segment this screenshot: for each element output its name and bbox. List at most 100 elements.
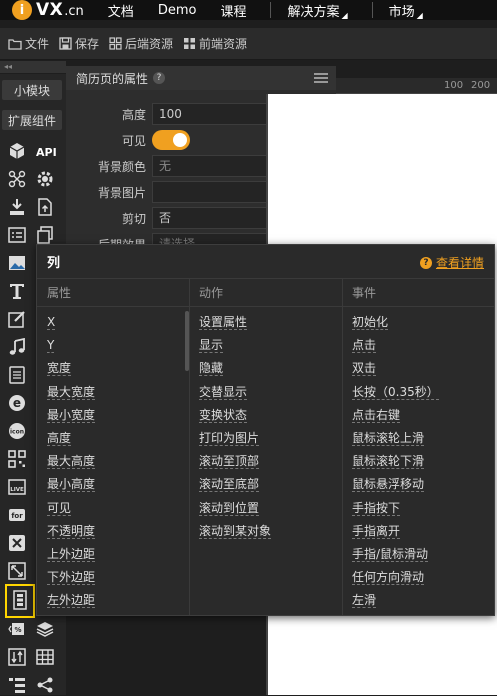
list-item[interactable]: 隐藏	[189, 358, 342, 381]
nav-demo[interactable]: Demo	[158, 3, 197, 18]
upload-file-icon[interactable]	[34, 196, 56, 218]
list-item[interactable]: 设置属性	[189, 312, 342, 335]
bgimage-input[interactable]	[152, 181, 274, 203]
list-item[interactable]: 滚动至顶部	[189, 451, 342, 474]
list-item[interactable]: 最大宽度	[37, 382, 189, 405]
live-icon[interactable]: LIVE	[6, 476, 28, 498]
nav-courses[interactable]: 课程	[220, 1, 246, 20]
frontend-resources-button[interactable]: 前端资源	[183, 35, 247, 52]
top-nav: i VX .cn 文档 Demo 课程 解决方案 ◢ 市场 ◢	[0, 0, 497, 20]
caret-icon: ◢	[416, 10, 423, 20]
nodes-icon[interactable]	[6, 168, 28, 190]
list-item[interactable]: 点击右键	[342, 405, 494, 428]
list-item[interactable]: 不透明度	[37, 521, 189, 544]
list-item[interactable]: 滚动到位置	[189, 498, 342, 521]
grid-icon	[109, 37, 122, 50]
list-item[interactable]: 最小高度	[37, 474, 189, 497]
text-icon[interactable]	[6, 280, 28, 302]
edit-icon[interactable]	[6, 308, 28, 330]
list-item[interactable]: 手指/鼠标滑动	[342, 544, 494, 567]
height-value: 100	[159, 107, 182, 121]
menu-icon[interactable]	[314, 73, 328, 83]
list-item[interactable]: 最小宽度	[37, 405, 189, 428]
gear-icon[interactable]	[34, 168, 56, 190]
popover-title: 列	[47, 256, 61, 271]
cube-icon[interactable]	[6, 140, 28, 162]
music-icon[interactable]	[6, 336, 28, 358]
percent-icon[interactable]: %	[6, 618, 28, 640]
form-icon[interactable]	[6, 224, 28, 246]
qrcode-icon[interactable]	[6, 448, 28, 470]
sort-icon[interactable]	[6, 646, 28, 668]
document-icon[interactable]	[6, 364, 28, 386]
help-icon[interactable]: ?	[153, 72, 166, 84]
for-loop-icon[interactable]: for	[6, 504, 28, 526]
logo-mark: i	[12, 0, 32, 20]
list-item[interactable]: 任何方向滑动	[342, 567, 494, 590]
list-item[interactable]: 变换状态	[189, 405, 342, 428]
list-item[interactable]: X	[37, 312, 189, 335]
list-item[interactable]: 宽度	[37, 358, 189, 381]
copy-icon[interactable]	[34, 224, 56, 246]
tree-list-icon[interactable]	[6, 674, 28, 696]
bgcolor-label: 背景颜色	[97, 160, 146, 174]
shuffle-icon[interactable]	[6, 532, 28, 554]
nav-divider	[270, 2, 272, 18]
caret-icon: ◢	[341, 10, 348, 20]
list-item[interactable]: 手指按下	[342, 498, 494, 521]
image-icon[interactable]	[6, 252, 28, 274]
share-icon[interactable]	[34, 674, 56, 696]
visible-label: 可见	[121, 134, 146, 148]
events-column: 事件 初始化 点击 双击 长按（0.35秒） 点击右键 鼠标滚轮上滑 鼠标滚轮下…	[342, 279, 494, 615]
list-item[interactable]: 鼠标滚轮下滑	[342, 451, 494, 474]
properties-header: 简历页的属性 ?	[66, 66, 336, 90]
list-item[interactable]: 左外边距	[37, 590, 189, 613]
nav-docs[interactable]: 文档	[108, 1, 134, 20]
component-info-popover: 列 ? 查看详情 属性 X Y 宽度 最大宽度 最小宽度 高度 最大高度 最小高…	[36, 244, 495, 616]
collapse-rail-button[interactable]: ◂◂	[0, 61, 66, 73]
save-button[interactable]: 保存	[59, 35, 99, 52]
visible-toggle[interactable]	[152, 130, 190, 150]
list-item[interactable]: 最大高度	[37, 451, 189, 474]
list-item[interactable]: 左滑	[342, 590, 494, 613]
list-item[interactable]: 打印为图片	[189, 428, 342, 451]
browser-icon[interactable]: e	[6, 392, 28, 414]
list-item[interactable]: 上外边距	[37, 544, 189, 567]
layers-icon[interactable]	[34, 618, 56, 640]
list-item[interactable]: 长按（0.35秒）	[342, 382, 494, 405]
list-item[interactable]: 鼠标滚轮上滑	[342, 428, 494, 451]
view-details-link[interactable]: ? 查看详情	[419, 254, 484, 271]
ruler-mark-200: 200	[471, 80, 491, 91]
list-item[interactable]: 双击	[342, 358, 494, 381]
list-item[interactable]: 滚动至底部	[189, 474, 342, 497]
table-icon[interactable]	[34, 646, 56, 668]
nav-solutions[interactable]: 解决方案 ◢	[287, 1, 347, 20]
list-item[interactable]: 高度	[37, 428, 189, 451]
list-item[interactable]: 鼠标悬浮移动	[342, 474, 494, 497]
nav-market[interactable]: 市场 ◢	[389, 1, 423, 20]
resize-icon[interactable]	[6, 560, 28, 582]
nav-solutions-label: 解决方案	[287, 4, 340, 20]
tab-small-modules[interactable]: 小模块	[2, 80, 62, 100]
list-item[interactable]: 交替显示	[189, 382, 342, 405]
events-column-header: 事件	[342, 279, 494, 307]
backend-resources-button[interactable]: 后端资源	[109, 35, 173, 52]
list-item[interactable]: 可见	[37, 498, 189, 521]
view-details-label: 查看详情	[435, 256, 484, 270]
actions-column-header: 动作	[189, 279, 342, 307]
list-item[interactable]: 显示	[189, 335, 342, 358]
tab-extension-components[interactable]: 扩展组件	[2, 110, 62, 130]
list-item[interactable]: Y	[37, 335, 189, 358]
file-label: 文件	[25, 37, 50, 51]
file-button[interactable]: 文件	[8, 35, 49, 52]
api-label[interactable]: API	[36, 146, 57, 159]
download-icon[interactable]	[6, 196, 28, 218]
logo[interactable]: i VX .cn	[12, 0, 84, 20]
list-item[interactable]: 初始化	[342, 312, 494, 335]
list-item[interactable]: 手指离开	[342, 521, 494, 544]
list-item[interactable]: 下外边距	[37, 567, 189, 590]
list-item[interactable]: 滚动到某对象	[189, 521, 342, 544]
svg-text:%: %	[14, 626, 21, 634]
list-item[interactable]: 点击	[342, 335, 494, 358]
icon-component-icon[interactable]: icon	[6, 420, 28, 442]
